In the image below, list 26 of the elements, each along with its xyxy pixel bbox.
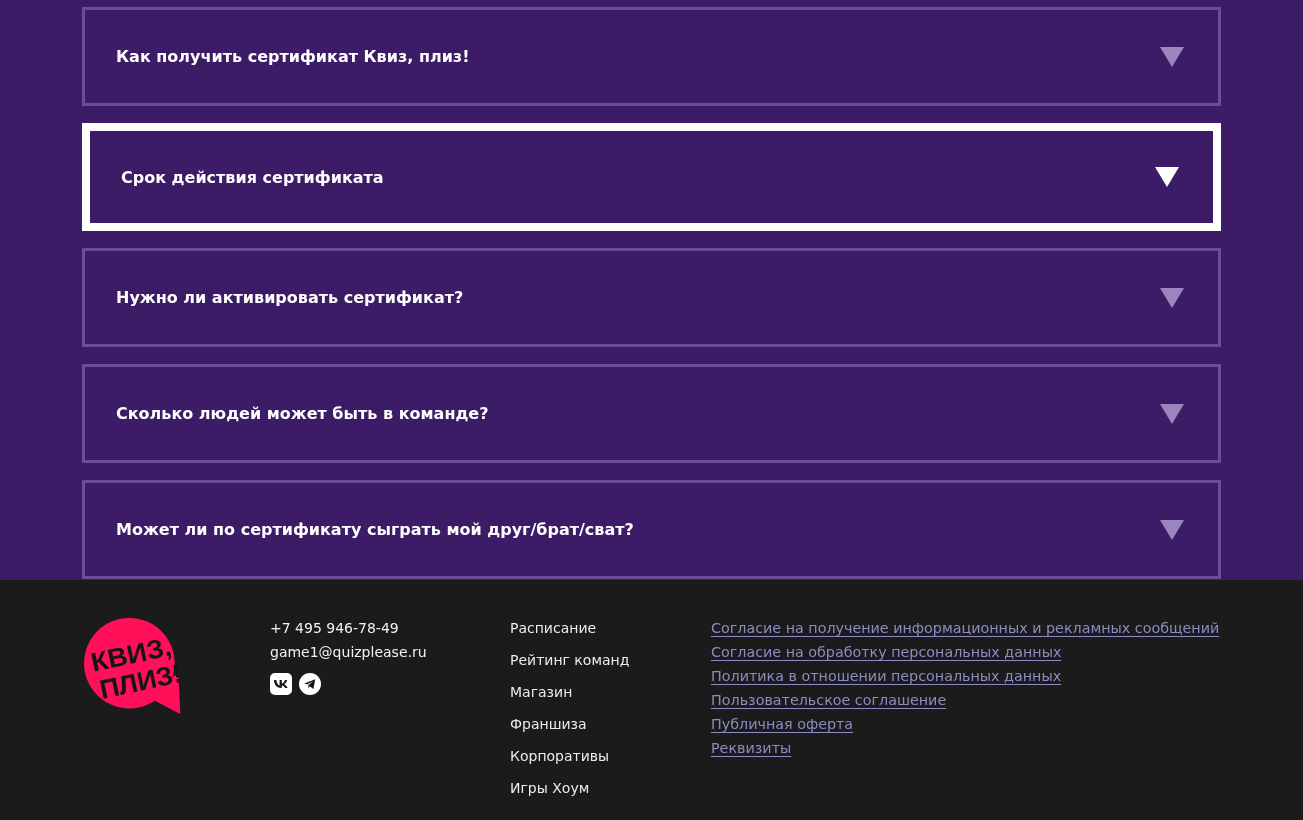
triangle-down-icon — [1155, 167, 1179, 187]
faq-item[interactable]: Нужно ли активировать сертификат? — [82, 248, 1221, 347]
nav-link[interactable]: Расписание — [510, 616, 597, 640]
faq-item[interactable]: Сколько людей может быть в команде? — [82, 364, 1221, 463]
legal-link[interactable]: Согласие на обработку персональных данных — [711, 640, 1062, 664]
triangle-down-icon — [1160, 519, 1184, 540]
email-link[interactable]: game1@quizplease.ru — [270, 640, 427, 664]
triangle-down-icon — [1160, 403, 1184, 424]
vk-icon[interactable] — [270, 673, 292, 695]
faq-item[interactable]: Может ли по сертификату сыграть мой друг/брат/сват? — [82, 480, 1221, 579]
triangle-down-icon — [1160, 287, 1184, 308]
legal-link[interactable]: Публичная оферта — [711, 712, 854, 736]
triangle-down-icon — [1160, 46, 1184, 67]
legal-link[interactable]: Политика в отношении персональных данных — [711, 664, 1062, 688]
nav-link[interactable]: Игры Хоум — [510, 776, 590, 800]
legal-link[interactable]: Пользовательское соглашение — [711, 688, 947, 712]
nav-link[interactable]: Рейтинг команд — [510, 648, 630, 672]
nav-link[interactable]: Корпоративы — [510, 744, 610, 768]
legal-link[interactable]: Реквизиты — [711, 736, 792, 760]
legal-link[interactable]: Согласие на получение информационных и рекламных сообщений — [711, 616, 1220, 640]
faq-item[interactable]: Как получить сертификат Квиз, плиз! — [82, 7, 1221, 106]
paper-plane-icon[interactable] — [299, 673, 321, 695]
nav-link[interactable]: Магазин — [510, 680, 573, 704]
faq-item[interactable]: Срок действия сертификата — [82, 123, 1221, 231]
phone-link[interactable]: +7 495 946-78-49 — [270, 616, 399, 640]
nav-link[interactable]: Франшиза — [510, 712, 587, 736]
